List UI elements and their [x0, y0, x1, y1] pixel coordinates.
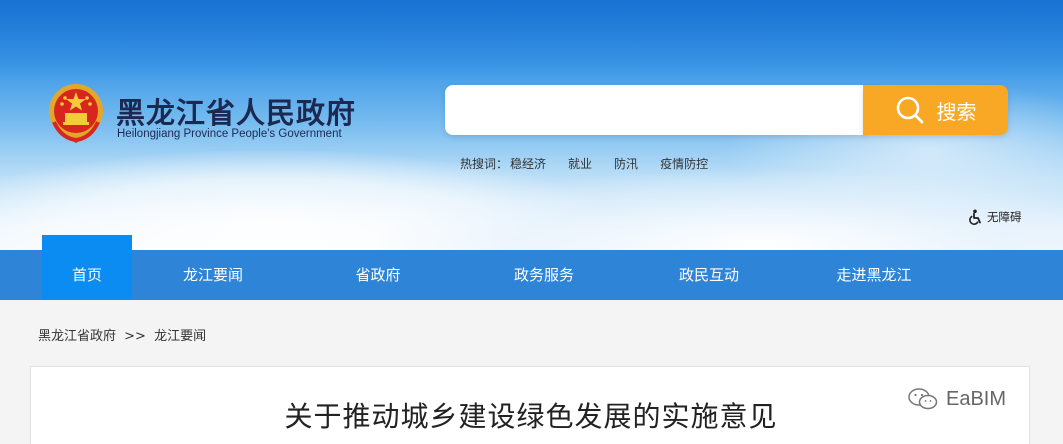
breadcrumb: 黑龙江省政府 >> 龙江要闻: [38, 325, 210, 344]
hot-search-item[interactable]: 疫情防控: [660, 155, 708, 172]
article-card: 关于推动城乡建设绿色发展的实施意见: [30, 366, 1030, 444]
watermark: EaBIM: [908, 387, 1006, 411]
search-button[interactable]: 搜索: [863, 85, 1008, 135]
breadcrumb-item[interactable]: 黑龙江省政府: [38, 329, 116, 344]
accessibility-link[interactable]: 无障碍: [968, 209, 1022, 225]
search-button-label: 搜索: [936, 101, 977, 124]
national-emblem-icon: [49, 84, 103, 143]
sky-gradient: [0, 0, 1063, 80]
accessibility-label: 无障碍: [987, 210, 1022, 224]
hot-search-label: 热搜词：: [460, 157, 509, 171]
breadcrumb-separator: >>: [124, 329, 146, 344]
article-title: 关于推动城乡建设绿色发展的实施意见: [284, 400, 778, 433]
hot-search-item[interactable]: 防汛: [614, 155, 638, 172]
site-title[interactable]: 黑龙江省人民政府: [116, 90, 356, 132]
breadcrumb-item[interactable]: 龙江要闻: [154, 329, 206, 344]
nav-item-news[interactable]: 龙江要闻: [163, 250, 263, 300]
header-banner: 黑龙江省人民政府 Heilongjiang Province People's …: [0, 0, 1063, 250]
nav-item-home[interactable]: 首页: [42, 235, 132, 300]
hot-search-item[interactable]: 就业: [568, 155, 592, 172]
nav-item-government[interactable]: 省政府: [328, 250, 428, 300]
site-subtitle: Heilongjiang Province People's Governmen…: [117, 128, 342, 140]
hot-search-item[interactable]: 稳经济: [510, 155, 546, 172]
search-input[interactable]: [445, 85, 865, 135]
hot-search: 热搜词： 稳经济 就业 防汛 疫情防控: [460, 155, 730, 172]
accessibility-icon: [969, 209, 981, 225]
watermark-text: EaBIM: [946, 387, 1007, 410]
nav-item-services[interactable]: 政务服务: [494, 250, 594, 300]
search-icon: [896, 96, 923, 124]
main-nav: 首页 龙江要闻 省政府 政务服务 政民互动 走进黑龙江: [0, 235, 1063, 300]
nav-item-interaction[interactable]: 政民互动: [659, 250, 759, 300]
nav-item-about[interactable]: 走进黑龙江: [818, 250, 930, 300]
wechat-icon: [908, 388, 938, 410]
